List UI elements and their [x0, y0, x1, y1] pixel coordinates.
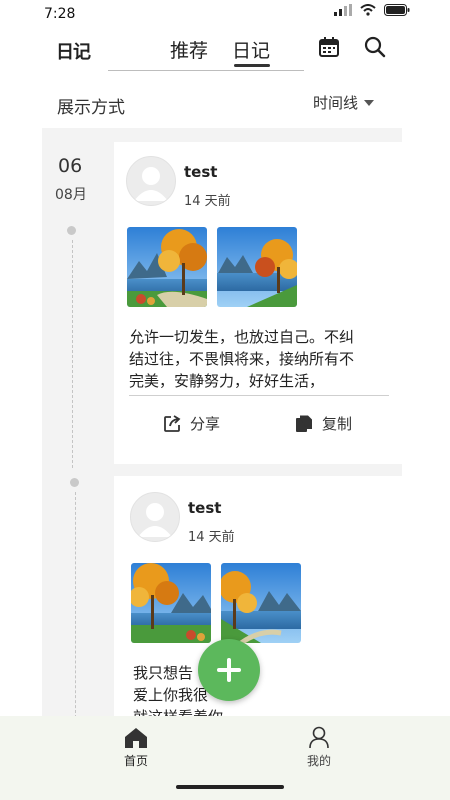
post-text: 允许一切发生，也放过自己。不纠 结过往，不畏惧将来，接纳所有不 完美，安静努力，… — [129, 326, 391, 392]
default-avatar-icon — [138, 503, 172, 537]
search-button[interactable] — [362, 34, 388, 60]
post-username[interactable]: test — [188, 499, 221, 517]
calendar-button[interactable] — [316, 34, 342, 60]
battery-icon — [384, 4, 410, 16]
timeline-month: 08月 — [55, 187, 87, 203]
post-text-line: 爱上你我很 — [133, 686, 209, 704]
add-diary-button[interactable] — [198, 639, 260, 701]
avatar[interactable] — [130, 492, 180, 542]
post-photo[interactable] — [131, 563, 211, 643]
status-time: 7:28 — [44, 6, 76, 22]
post-card[interactable]: test 14 天前 允许一切发生，也放过自己。不纠 结过往，不畏惧将来，接纳所… — [114, 142, 402, 464]
calendar-icon — [319, 37, 339, 57]
app-logo: 日记 — [56, 42, 91, 63]
signal-icon — [334, 4, 352, 16]
status-icons — [334, 4, 410, 16]
post-text-line: 完美，安静努力，好好生活， — [129, 372, 325, 390]
post-text-line: 结过往，不畏惧将来，接纳所有不 — [129, 350, 355, 368]
post-photo[interactable] — [221, 563, 301, 643]
nav-label-home: 首页 — [124, 754, 149, 768]
copy-icon — [296, 415, 312, 432]
share-icon — [164, 414, 181, 432]
post-photo[interactable] — [217, 227, 297, 307]
post-photo[interactable] — [127, 227, 207, 307]
timeline-dot — [70, 478, 79, 487]
timeline-line — [75, 492, 76, 718]
home-icon — [125, 728, 147, 748]
post-card[interactable]: test 14 天前 我只想告 爱上你我很 就这样看着你 — [114, 476, 402, 726]
post-username[interactable]: test — [184, 163, 217, 181]
post-time: 14 天前 — [184, 194, 231, 209]
tab-recommend[interactable]: 推荐 — [170, 36, 208, 63]
nav-item-home[interactable]: 首页 — [124, 727, 148, 769]
share-button[interactable]: 分享 — [162, 413, 220, 434]
default-avatar-icon — [134, 167, 168, 201]
home-indicator — [176, 785, 284, 789]
wifi-icon — [360, 4, 376, 16]
card-divider — [129, 395, 389, 396]
active-tab-indicator — [234, 64, 270, 67]
post-time: 14 天前 — [188, 530, 235, 545]
timeline-dot — [67, 226, 76, 235]
post-text-line: 允许一切发生，也放过自己。不纠 — [129, 328, 355, 346]
timeline-line — [72, 240, 73, 468]
copy-button[interactable]: 复制 — [294, 413, 352, 434]
timeline-day: 06 — [58, 155, 83, 177]
profile-icon — [309, 726, 329, 749]
header-divider — [108, 70, 304, 71]
chevron-down-icon — [364, 99, 375, 106]
tab-diary[interactable]: 日记 — [232, 36, 270, 63]
nav-item-profile[interactable]: 我的 — [307, 725, 331, 769]
share-label: 分享 — [190, 415, 221, 433]
display-mode-label: 展示方式 — [57, 98, 125, 118]
display-mode-dropdown[interactable]: 时间线 — [313, 92, 375, 113]
display-mode-value: 时间线 — [313, 94, 359, 112]
avatar[interactable] — [126, 156, 176, 206]
plus-icon — [217, 658, 241, 682]
nav-label-profile: 我的 — [307, 754, 332, 768]
copy-label: 复制 — [322, 415, 353, 433]
search-icon — [364, 36, 386, 58]
